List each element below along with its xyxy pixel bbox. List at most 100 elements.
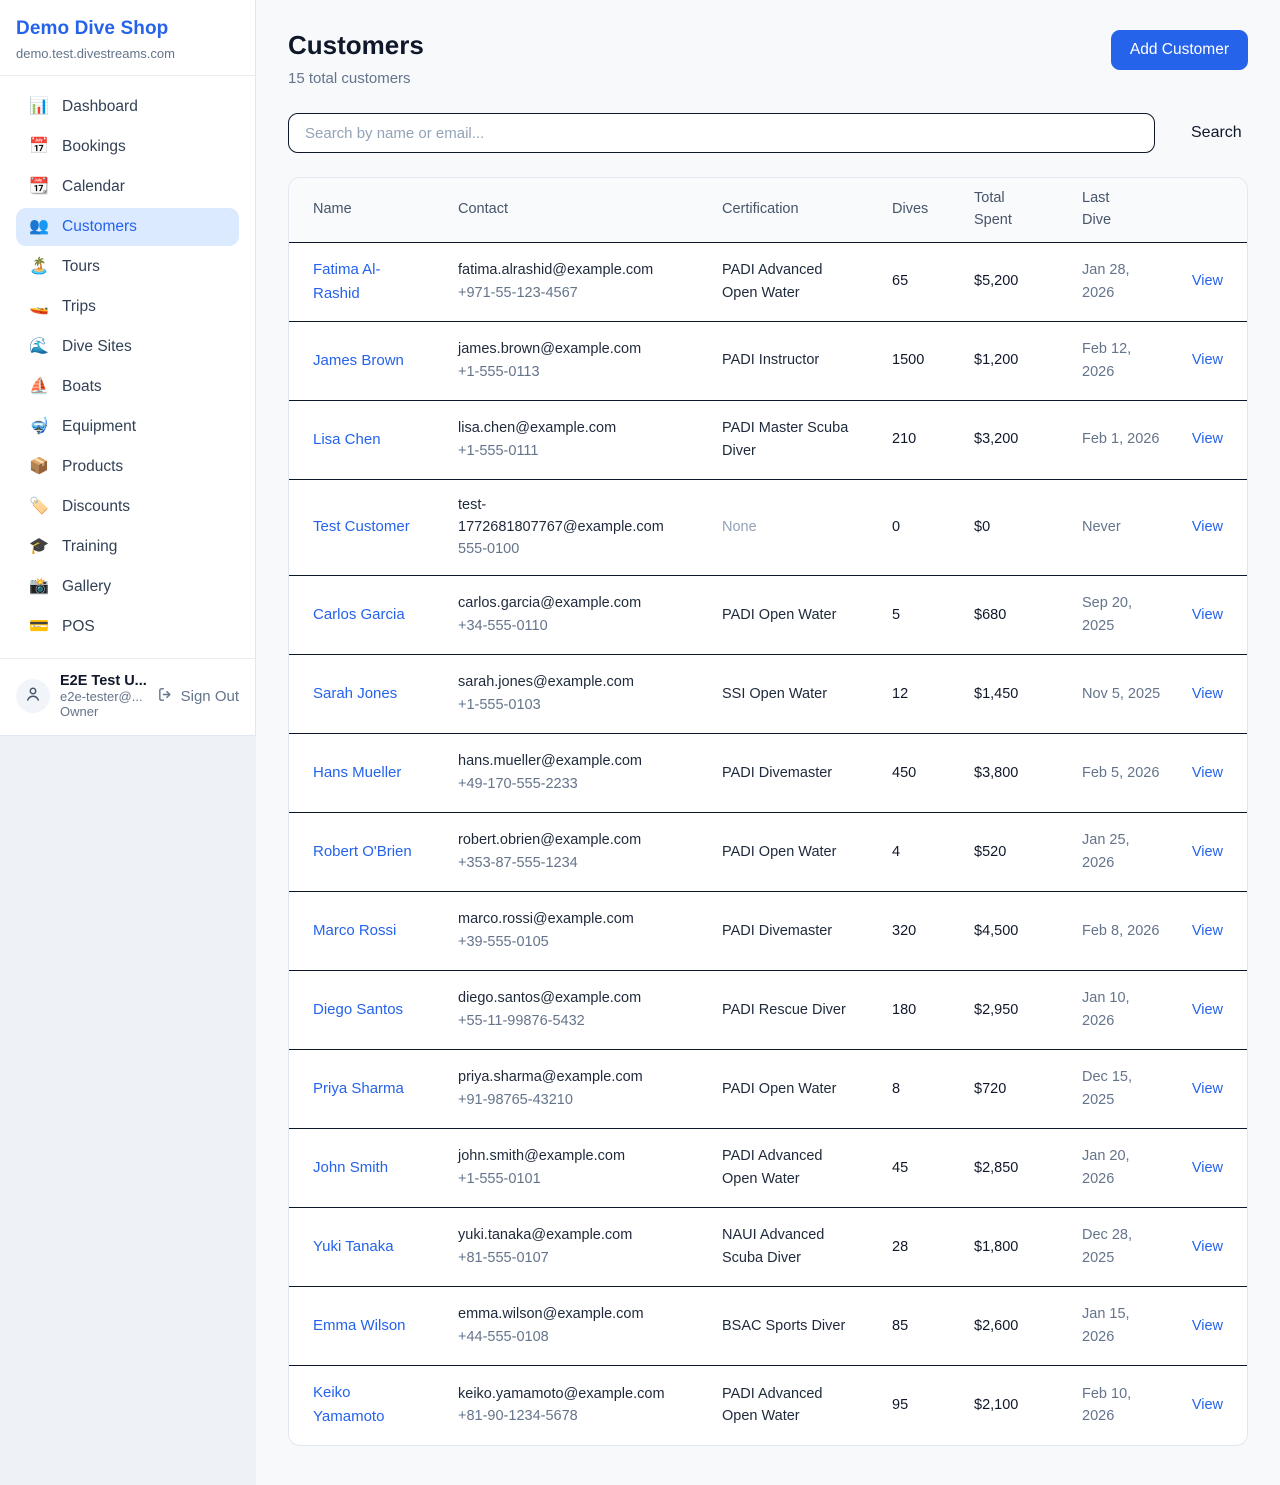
customer-name-link[interactable]: Sarah Jones — [313, 685, 397, 702]
sidebar-item-gallery[interactable]: 📸Gallery — [16, 568, 239, 606]
last-dive-date: Feb 8, 2026 — [1082, 920, 1186, 942]
sidebar-item-products[interactable]: 📦Products — [16, 448, 239, 486]
customer-phone: +971-55-123-4567 — [458, 282, 682, 304]
certification: PADI Instructor — [722, 349, 892, 371]
table-row: John Smithjohn.smith@example.com+1-555-0… — [289, 1129, 1247, 1208]
customer-name-link[interactable]: Priya Sharma — [313, 1080, 404, 1097]
customer-email: lisa.chen@example.com — [458, 417, 682, 439]
customer-email: hans.mueller@example.com — [458, 750, 682, 772]
view-link[interactable]: View — [1192, 1239, 1223, 1255]
customer-name-link[interactable]: Test Customer — [313, 518, 410, 535]
name-cell: Hans Mueller — [313, 761, 458, 785]
view-link[interactable]: View — [1192, 1397, 1223, 1413]
view-cell: View — [1186, 999, 1223, 1021]
view-cell: View — [1186, 1236, 1223, 1258]
name-cell: Keiko Yamamoto — [313, 1381, 458, 1429]
last-dive-date: Never — [1082, 516, 1186, 538]
view-link[interactable]: View — [1192, 607, 1223, 623]
table-row: James Brownjames.brown@example.com+1-555… — [289, 322, 1247, 401]
sidebar-item-training[interactable]: 🎓Training — [16, 528, 239, 566]
view-link[interactable]: View — [1192, 1002, 1223, 1018]
sidebar-item-boats[interactable]: ⛵Boats — [16, 368, 239, 406]
total-spent: $1,200 — [974, 349, 1082, 371]
sidebar-item-dive-sites[interactable]: 🌊Dive Sites — [16, 328, 239, 366]
customer-name-link[interactable]: Hans Mueller — [313, 764, 401, 781]
sidebar-item-label: Training — [62, 538, 117, 556]
view-link[interactable]: View — [1192, 1160, 1223, 1176]
view-link[interactable]: View — [1192, 686, 1223, 702]
customer-name-link[interactable]: Emma Wilson — [313, 1317, 406, 1334]
view-link[interactable]: View — [1192, 431, 1223, 447]
customer-phone: +1-555-0103 — [458, 694, 682, 716]
last-dive-date: Jan 28, 2026 — [1082, 259, 1186, 304]
customer-phone: +1-555-0101 — [458, 1168, 682, 1190]
name-cell: Test Customer — [313, 515, 458, 539]
sailboat-icon: ⛵ — [29, 379, 49, 395]
customer-name-link[interactable]: Diego Santos — [313, 1001, 403, 1018]
sidebar-item-discounts[interactable]: 🏷️Discounts — [16, 488, 239, 526]
name-cell: Marco Rossi — [313, 919, 458, 943]
column-header-contact: Contact — [458, 199, 722, 221]
contact-cell: sarah.jones@example.com+1-555-0103 — [458, 671, 722, 716]
view-link[interactable]: View — [1192, 1081, 1223, 1097]
sidebar-item-tours[interactable]: 🏝️Tours — [16, 248, 239, 286]
table-body: Fatima Al-Rashidfatima.alrashid@example.… — [289, 243, 1247, 1445]
view-cell: View — [1186, 1078, 1223, 1100]
view-cell: View — [1186, 841, 1223, 863]
sidebar-item-dashboard[interactable]: 📊Dashboard — [16, 88, 239, 126]
sign-out-button[interactable]: Sign Out — [157, 686, 239, 707]
certification: BSAC Sports Diver — [722, 1315, 892, 1337]
sidebar-item-pos[interactable]: 💳POS — [16, 608, 239, 646]
total-spent: $680 — [974, 604, 1082, 626]
sidebar-item-label: Bookings — [62, 138, 126, 156]
view-cell: View — [1186, 428, 1223, 450]
add-customer-button[interactable]: Add Customer — [1111, 30, 1248, 70]
view-link[interactable]: View — [1192, 352, 1223, 368]
credit-card-icon: 💳 — [29, 619, 49, 635]
customer-name-link[interactable]: Lisa Chen — [313, 431, 381, 448]
sidebar-item-customers[interactable]: 👥Customers — [16, 208, 239, 246]
customer-name-link[interactable]: Carlos Garcia — [313, 606, 405, 623]
column-header-name: Name — [313, 199, 458, 221]
customer-name-link[interactable]: Robert O'Brien — [313, 843, 412, 860]
sidebar-item-bookings[interactable]: 📅Bookings — [16, 128, 239, 166]
sidebar-item-label: Products — [62, 458, 123, 476]
diving-mask-icon: 🤿 — [29, 419, 49, 435]
search-button[interactable]: Search — [1181, 118, 1252, 148]
view-link[interactable]: View — [1192, 273, 1223, 289]
sidebar-item-trips[interactable]: 🚤Trips — [16, 288, 239, 326]
view-link[interactable]: View — [1192, 1318, 1223, 1334]
column-header-certification: Certification — [722, 199, 892, 221]
total-spent: $2,950 — [974, 999, 1082, 1021]
column-header-label: Total Spent — [974, 188, 1012, 232]
customer-count: 15 total customers — [288, 70, 424, 87]
view-link[interactable]: View — [1192, 844, 1223, 860]
user-meta: E2E Test U... e2e-tester@... Owner — [60, 673, 147, 719]
customer-name-link[interactable]: Marco Rossi — [313, 922, 396, 939]
total-spent: $4,500 — [974, 920, 1082, 942]
bar-chart-icon: 📊 — [29, 99, 49, 115]
search-input[interactable] — [288, 113, 1155, 153]
contact-cell: test-1772681807767@example.com555-0100 — [458, 494, 722, 561]
island-icon: 🏝️ — [29, 259, 49, 275]
certification: PADI Open Water — [722, 604, 892, 626]
customer-name-link[interactable]: Yuki Tanaka — [313, 1238, 394, 1255]
user-icon — [24, 685, 42, 708]
customer-name-link[interactable]: Fatima Al-Rashid — [313, 261, 381, 302]
label-tag-icon: 🏷️ — [29, 499, 49, 515]
certification: PADI Advanced Open Water — [722, 1145, 892, 1190]
sidebar-item-equipment[interactable]: 🤿Equipment — [16, 408, 239, 446]
table-row: Fatima Al-Rashidfatima.alrashid@example.… — [289, 243, 1247, 322]
customer-name-link[interactable]: Keiko Yamamoto — [313, 1384, 384, 1425]
customer-name-link[interactable]: John Smith — [313, 1159, 388, 1176]
sidebar-item-calendar[interactable]: 📆Calendar — [16, 168, 239, 206]
view-link[interactable]: View — [1192, 519, 1223, 535]
dives-count: 28 — [892, 1236, 974, 1258]
sidebar-item-label: Gallery — [62, 578, 111, 596]
total-spent: $2,100 — [974, 1394, 1082, 1416]
last-dive-date: Feb 5, 2026 — [1082, 762, 1186, 784]
contact-cell: lisa.chen@example.com+1-555-0111 — [458, 417, 722, 462]
view-link[interactable]: View — [1192, 765, 1223, 781]
view-link[interactable]: View — [1192, 923, 1223, 939]
customer-name-link[interactable]: James Brown — [313, 352, 404, 369]
